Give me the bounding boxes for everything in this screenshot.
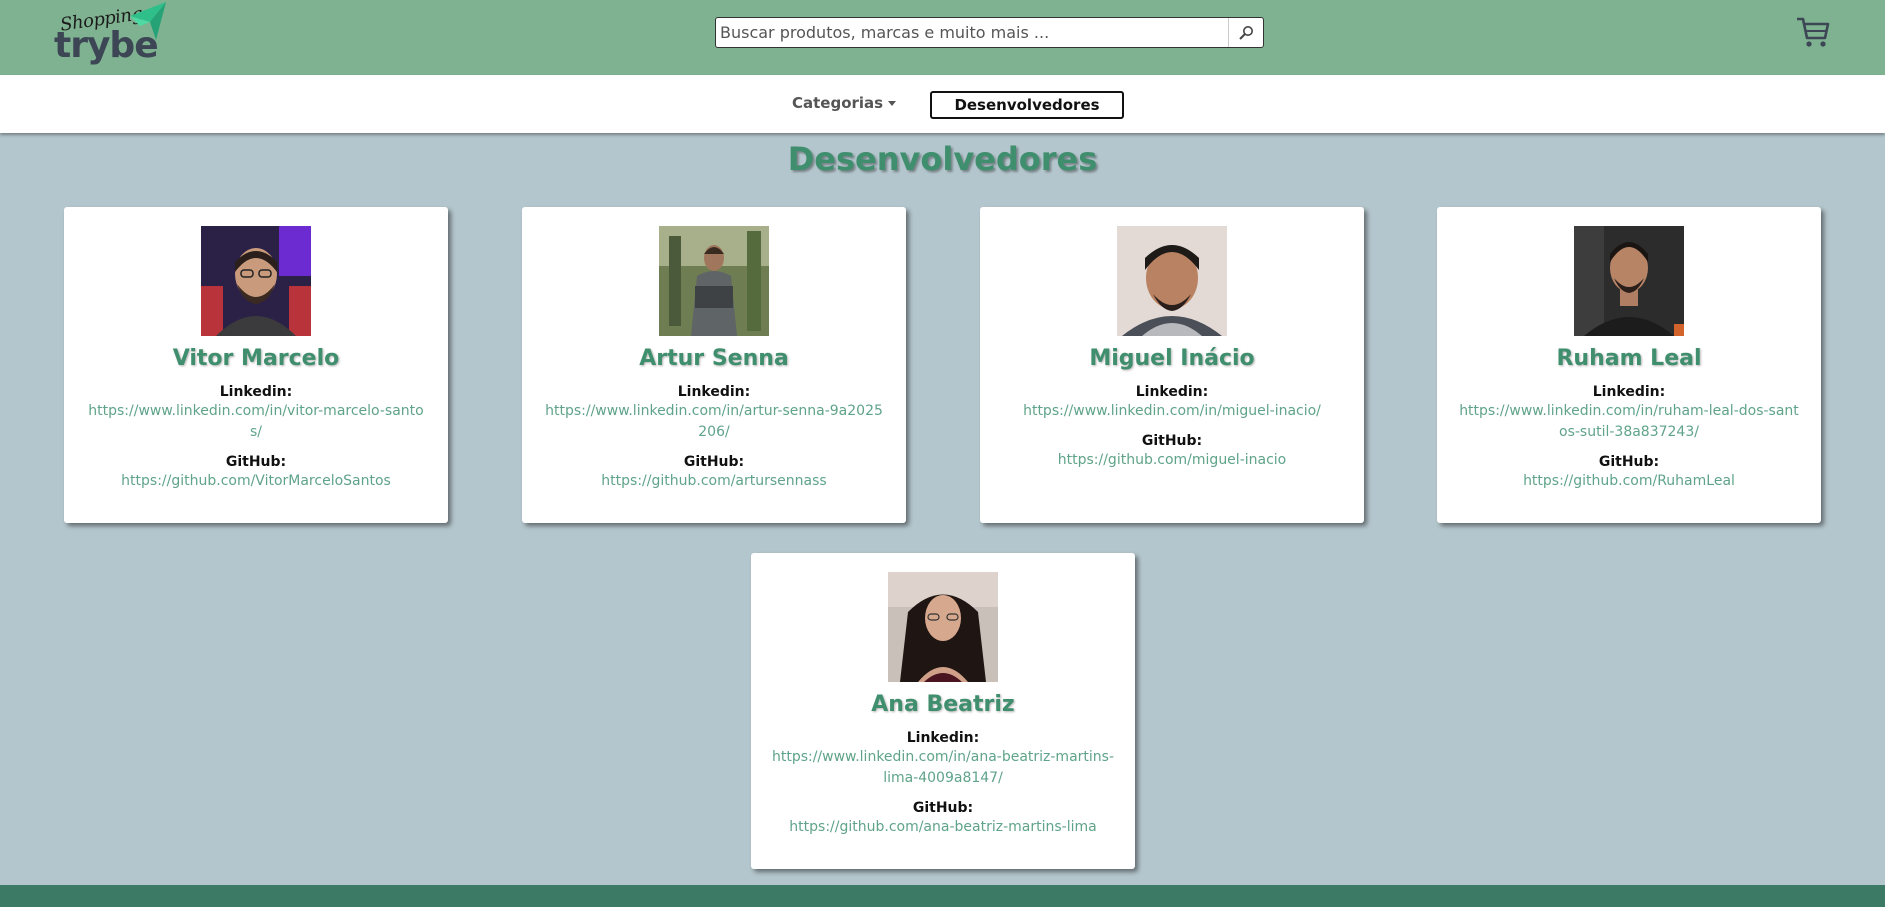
developer-name: Ana Beatriz xyxy=(871,692,1015,717)
linkedin-link[interactable]: https://www.linkedin.com/in/miguel-inaci… xyxy=(1000,401,1344,422)
github-link[interactable]: https://github.com/artursennass xyxy=(542,471,886,492)
logo[interactable]: Shopping trybe xyxy=(52,0,170,70)
developer-info: Linkedin: https://www.linkedin.com/in/ar… xyxy=(542,383,886,492)
developer-name: Artur Senna xyxy=(639,346,789,371)
linkedin-link[interactable]: https://www.linkedin.com/in/vitor-marcel… xyxy=(84,401,428,443)
developer-info: Linkedin: https://www.linkedin.com/in/vi… xyxy=(84,383,428,492)
github-label: GitHub: xyxy=(225,454,287,470)
avatar xyxy=(659,226,769,336)
avatar xyxy=(1117,226,1227,336)
categories-label: Categorias xyxy=(792,94,884,112)
avatar xyxy=(888,572,998,682)
github-label: GitHub: xyxy=(912,800,974,816)
avatar xyxy=(201,226,311,336)
developer-info: Linkedin: https://www.linkedin.com/in/an… xyxy=(771,729,1115,838)
github-label: GitHub: xyxy=(1141,433,1203,449)
header: Shopping trybe xyxy=(0,0,1885,75)
logo-mark-icon xyxy=(130,2,166,40)
github-link[interactable]: https://github.com/RuhamLeal xyxy=(1457,471,1801,492)
developer-name: Ruham Leal xyxy=(1556,346,1702,371)
developer-card: Vitor Marcelo Linkedin: https://www.link… xyxy=(64,207,448,523)
developer-info: Linkedin: https://www.linkedin.com/in/mi… xyxy=(1000,383,1344,471)
avatar xyxy=(1574,226,1684,336)
linkedin-label: Linkedin: xyxy=(1592,384,1666,400)
search-button[interactable] xyxy=(1228,18,1263,47)
search-bar xyxy=(715,17,1264,48)
search-input[interactable] xyxy=(720,18,1220,47)
developer-card: Ruham Leal Linkedin: https://www.linkedi… xyxy=(1437,207,1821,523)
github-link[interactable]: https://github.com/miguel-inacio xyxy=(1000,450,1344,471)
developer-info: Linkedin: https://www.linkedin.com/in/ru… xyxy=(1457,383,1801,492)
caret-down-icon xyxy=(888,100,897,106)
github-label: GitHub: xyxy=(683,454,745,470)
developer-card: Ana Beatriz Linkedin: https://www.linked… xyxy=(751,553,1135,869)
linkedin-label: Linkedin: xyxy=(219,384,293,400)
footer xyxy=(0,885,1885,907)
linkedin-label: Linkedin: xyxy=(906,730,980,746)
linkedin-label: Linkedin: xyxy=(677,384,751,400)
developer-name: Miguel Inácio xyxy=(1089,346,1255,371)
search-icon xyxy=(1239,25,1253,40)
developer-card: Miguel Inácio Linkedin: https://www.link… xyxy=(980,207,1364,523)
cart-icon xyxy=(1797,17,1830,47)
github-link[interactable]: https://github.com/ana-beatriz-martins-l… xyxy=(771,817,1115,838)
linkedin-link[interactable]: https://www.linkedin.com/in/ana-beatriz-… xyxy=(771,747,1115,789)
nav-bar: Categorias Desenvolvedores xyxy=(0,75,1885,133)
page-title: Desenvolvedores xyxy=(787,140,1098,178)
linkedin-link[interactable]: https://www.linkedin.com/in/ruham-leal-d… xyxy=(1457,401,1801,443)
developer-card: Artur Senna Linkedin: https://www.linked… xyxy=(522,207,906,523)
linkedin-link[interactable]: https://www.linkedin.com/in/artur-senna-… xyxy=(542,401,886,443)
developers-button[interactable]: Desenvolvedores xyxy=(930,91,1124,119)
linkedin-label: Linkedin: xyxy=(1135,384,1209,400)
github-link[interactable]: https://github.com/VitorMarceloSantos xyxy=(84,471,428,492)
categories-dropdown[interactable]: Categorias xyxy=(792,94,897,112)
github-label: GitHub: xyxy=(1598,454,1660,470)
developer-name: Vitor Marcelo xyxy=(172,346,340,371)
cart-button[interactable] xyxy=(1795,14,1831,50)
